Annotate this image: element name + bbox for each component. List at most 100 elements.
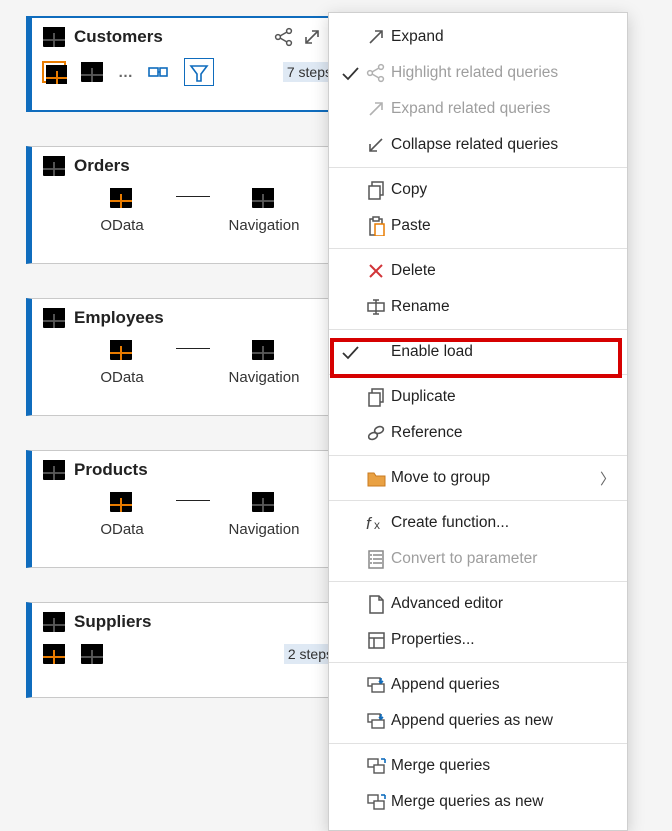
menu-label: Reference <box>391 424 615 442</box>
merge-icon <box>361 756 391 776</box>
table-icon <box>42 155 66 177</box>
menu-copy[interactable]: Copy <box>329 172 627 208</box>
menu-merge-queries-as-new[interactable]: Merge queries as new <box>329 784 627 820</box>
separator <box>329 743 627 744</box>
table-icon <box>42 611 66 633</box>
separator <box>329 662 627 663</box>
step-label: Navigation <box>229 369 300 386</box>
duplicate-icon <box>361 387 391 407</box>
related-icon <box>361 63 391 83</box>
step-label: Navigation <box>229 521 300 538</box>
expand-icon <box>361 27 391 47</box>
step-icon <box>251 187 277 211</box>
menu-label: Advanced editor <box>391 595 615 613</box>
menu-paste[interactable]: Paste <box>329 208 627 244</box>
menu-collapse-related[interactable]: Collapse related queries <box>329 127 627 163</box>
step-label: OData <box>100 217 143 234</box>
parameter-icon <box>361 549 391 569</box>
collapse-icon <box>361 135 391 155</box>
menu-enable-load[interactable]: Enable load <box>329 334 627 370</box>
document-icon <box>361 594 391 614</box>
table-icon <box>42 26 66 48</box>
query-card-employees[interactable]: Employees OData Navigation <box>26 298 348 416</box>
query-card-orders[interactable]: Orders OData Navigation <box>26 146 348 264</box>
menu-rename[interactable]: Rename <box>329 289 627 325</box>
menu-highlight-related: Highlight related queries <box>329 55 627 91</box>
menu-properties[interactable]: Properties... <box>329 622 627 658</box>
menu-append-queries-as-new[interactable]: Append queries as new <box>329 703 627 739</box>
check-icon <box>339 63 361 83</box>
menu-label: Append queries <box>391 676 615 694</box>
separator <box>329 374 627 375</box>
separator <box>329 329 627 330</box>
menu-label: Expand <box>391 28 615 46</box>
query-name: Products <box>74 460 337 480</box>
step-table-active-icon[interactable] <box>42 643 66 665</box>
chevron-right-icon: 〉 <box>600 468 615 489</box>
menu-label: Highlight related queries <box>391 64 615 82</box>
more-steps-icon[interactable]: … <box>118 64 134 81</box>
table-icon <box>42 459 66 481</box>
menu-label: Merge queries as new <box>391 793 615 811</box>
connector-line <box>176 348 210 349</box>
related-icon[interactable] <box>274 27 294 47</box>
menu-label: Create function... <box>391 514 615 532</box>
check-icon <box>339 342 361 362</box>
step-table-icon[interactable] <box>80 61 104 83</box>
query-name: Employees <box>74 308 337 328</box>
separator <box>329 455 627 456</box>
step-icon <box>109 187 135 211</box>
menu-expand[interactable]: Expand <box>329 19 627 55</box>
menu-label: Convert to parameter <box>391 550 615 568</box>
menu-label: Duplicate <box>391 388 615 406</box>
append-icon <box>361 675 391 695</box>
menu-duplicate[interactable]: Duplicate <box>329 379 627 415</box>
step-icon <box>251 339 277 363</box>
reference-icon <box>361 423 391 443</box>
menu-reference[interactable]: Reference <box>329 415 627 451</box>
menu-label: Delete <box>391 262 615 280</box>
step-table-icon[interactable] <box>80 643 104 665</box>
query-card-customers[interactable]: Customers … 7 steps <box>26 16 348 112</box>
menu-append-queries[interactable]: Append queries <box>329 667 627 703</box>
separator <box>329 167 627 168</box>
step-label: Navigation <box>229 217 300 234</box>
menu-expand-related: Expand related queries <box>329 91 627 127</box>
step-icon <box>109 339 135 363</box>
step-table-active-icon[interactable] <box>42 61 66 83</box>
filter-step-icon[interactable] <box>184 58 214 86</box>
menu-label: Expand related queries <box>391 100 615 118</box>
query-name: Orders <box>74 156 337 176</box>
menu-label: Merge queries <box>391 757 615 775</box>
folder-icon <box>361 468 391 488</box>
menu-label: Append queries as new <box>391 712 615 730</box>
separator <box>329 581 627 582</box>
delete-icon <box>361 261 391 281</box>
separator <box>329 500 627 501</box>
query-name: Suppliers <box>74 612 337 632</box>
fx-icon <box>361 513 391 533</box>
menu-advanced-editor[interactable]: Advanced editor <box>329 586 627 622</box>
menu-label: Paste <box>391 217 615 235</box>
menu-label: Copy <box>391 181 615 199</box>
menu-convert-to-parameter: Convert to parameter <box>329 541 627 577</box>
rename-icon <box>361 297 391 317</box>
menu-delete[interactable]: Delete <box>329 253 627 289</box>
menu-merge-queries[interactable]: Merge queries <box>329 748 627 784</box>
step-label: OData <box>100 369 143 386</box>
properties-icon <box>361 630 391 650</box>
query-card-products[interactable]: Products OData Navigation <box>26 450 348 568</box>
table-icon <box>42 307 66 329</box>
query-name: Customers <box>74 27 266 47</box>
connector-line <box>176 196 210 197</box>
context-menu: Expand Highlight related queries Expand … <box>328 12 628 831</box>
expand-icon[interactable] <box>302 27 322 47</box>
menu-move-to-group[interactable]: Move to group 〉 <box>329 460 627 496</box>
menu-create-function[interactable]: Create function... <box>329 505 627 541</box>
separator <box>329 248 627 249</box>
query-card-suppliers[interactable]: Suppliers 2 steps <box>26 602 348 698</box>
step-icon <box>251 491 277 515</box>
menu-label: Collapse related queries <box>391 136 615 154</box>
rename-step-icon[interactable] <box>148 62 170 82</box>
append-new-icon <box>361 711 391 731</box>
